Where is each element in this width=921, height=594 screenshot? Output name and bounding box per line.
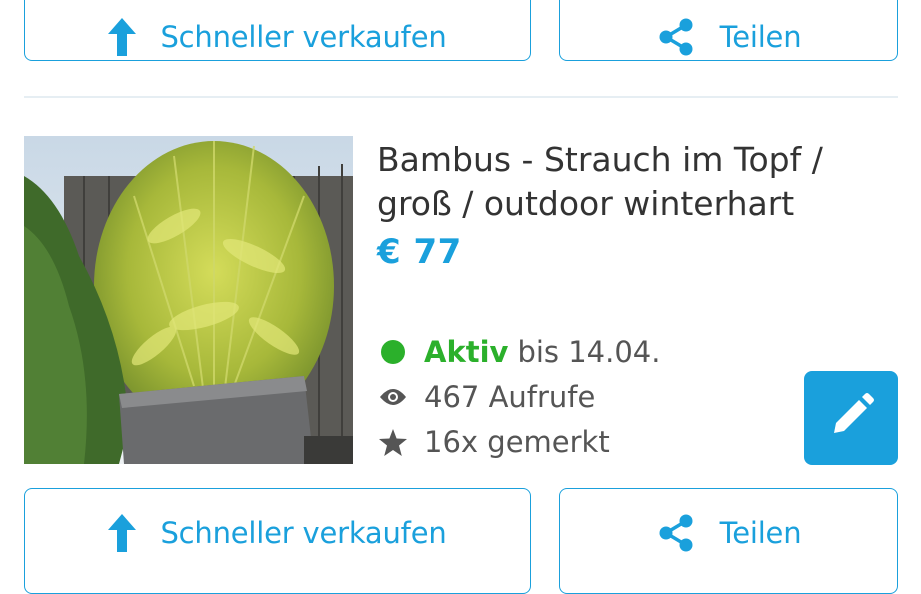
share-icon bbox=[656, 513, 696, 553]
status-label: Aktiv bbox=[424, 335, 509, 369]
status-dot-wrap bbox=[378, 340, 408, 364]
sell-faster-button[interactable]: Schneller verkaufen bbox=[24, 0, 531, 61]
divider bbox=[24, 96, 898, 98]
favorites-count: 16x gemerkt bbox=[424, 425, 610, 459]
pencil-icon bbox=[828, 393, 874, 443]
listing-status: Aktiv bis 14.04. bbox=[378, 335, 660, 369]
star-icon bbox=[378, 428, 408, 456]
sell-faster-button[interactable]: Schneller verkaufen bbox=[24, 488, 531, 594]
views-count: 467 Aufrufe bbox=[424, 380, 596, 414]
status-dot bbox=[381, 340, 405, 364]
share-button[interactable]: Teilen bbox=[559, 0, 898, 61]
arrow-up-icon bbox=[108, 18, 137, 56]
listing-price: € 77 bbox=[377, 232, 462, 272]
sell-faster-label: Schneller verkaufen bbox=[160, 20, 447, 54]
listing-image[interactable] bbox=[24, 136, 353, 464]
listing-views: 467 Aufrufe bbox=[378, 380, 595, 414]
eye-icon bbox=[378, 387, 408, 407]
share-icon bbox=[656, 17, 696, 57]
arrow-up-icon bbox=[108, 514, 137, 552]
edit-button[interactable] bbox=[804, 371, 898, 465]
listing-favorites: 16x gemerkt bbox=[378, 425, 610, 459]
status-expiry: bis 14.04. bbox=[517, 335, 661, 369]
listing-title[interactable]: Bambus - Strauch im Topf / groß / outdoo… bbox=[377, 138, 857, 226]
share-button[interactable]: Teilen bbox=[559, 488, 898, 594]
listing-title-line2: groß / outdoor winterhart bbox=[377, 184, 795, 223]
share-label: Teilen bbox=[719, 20, 802, 54]
listing-title-line1: Bambus - Strauch im Topf / bbox=[377, 140, 823, 179]
